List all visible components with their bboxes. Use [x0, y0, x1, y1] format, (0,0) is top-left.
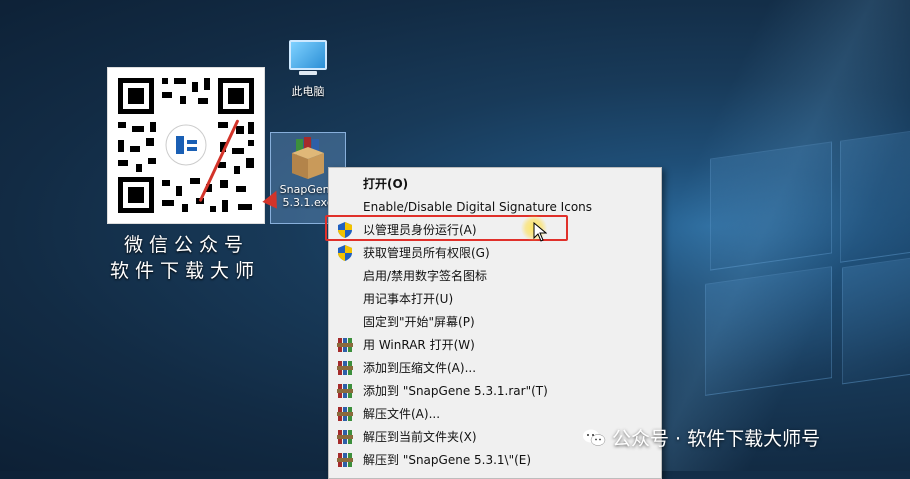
- menu-item-label: Enable/Disable Digital Signature Icons: [363, 199, 593, 214]
- menu-item-pin-to-start[interactable]: 固定到"开始"屏幕(P): [329, 310, 661, 333]
- winrar-archive-icon: [288, 137, 328, 179]
- wechat-icon: [583, 429, 606, 446]
- winrar-icon: [337, 406, 353, 421]
- desktop-icon-this-pc[interactable]: 此电脑: [282, 40, 334, 99]
- qr-code-image: [107, 67, 265, 224]
- menu-item-open-with-notepad[interactable]: 用记事本打开(U): [329, 287, 661, 310]
- menu-item-label: 添加到 "SnapGene 5.3.1.rar"(T): [363, 384, 548, 398]
- menu-item-extract-files[interactable]: 解压文件(A)...: [329, 402, 661, 425]
- mouse-cursor-icon: [533, 222, 547, 242]
- menu-item-add-to-rar[interactable]: 添加到 "SnapGene 5.3.1.rar"(T): [329, 379, 661, 402]
- menu-item-label: 启用/禁用数字签名图标: [363, 269, 488, 283]
- menu-item-label: 解压文件(A)...: [363, 407, 441, 421]
- menu-item-add-to-archive[interactable]: 添加到压缩文件(A)...: [329, 356, 661, 379]
- menu-item-open[interactable]: 打开(O): [329, 172, 661, 195]
- menu-item-label: 解压到当前文件夹(X): [363, 430, 477, 444]
- qr-caption-line2: 软件下载大师: [110, 260, 261, 282]
- winrar-icon: [337, 452, 353, 467]
- winrar-icon: [337, 383, 353, 398]
- menu-item-label: 添加到压缩文件(A)...: [363, 361, 477, 375]
- qr-code-pattern: [118, 78, 254, 213]
- qr-caption-line1: 微信公众号: [124, 234, 250, 256]
- desktop-icon-label: 此电脑: [291, 85, 325, 98]
- wallpaper-logo-pane: [710, 141, 832, 271]
- menu-item-extract-to-folder[interactable]: 解压到 "SnapGene 5.3.1\"(E): [329, 448, 661, 471]
- this-pc-icon: [282, 40, 334, 75]
- uac-shield-icon: [338, 244, 352, 261]
- wallpaper-logo-pane: [705, 266, 832, 396]
- wallpaper-logo-pane: [840, 129, 910, 263]
- menu-item-label: 打开(O): [363, 177, 409, 191]
- menu-item-label: 用记事本打开(U): [363, 292, 454, 306]
- menu-item-label: 固定到"开始"屏幕(P): [363, 315, 475, 329]
- menu-item-open-with-winrar[interactable]: 用 WinRAR 打开(W): [329, 333, 661, 356]
- winrar-icon: [337, 429, 353, 444]
- menu-item-label: 用 WinRAR 打开(W): [363, 338, 475, 352]
- wallpaper-logo-pane: [842, 256, 910, 385]
- watermark: 公众号 · 软件下载大师号: [582, 424, 820, 451]
- menu-item-toggle-signature-icons[interactable]: 启用/禁用数字签名图标: [329, 264, 661, 287]
- watermark-text: 公众号 · 软件下载大师号: [612, 428, 821, 450]
- menu-item-label: 获取管理员所有权限(G): [363, 246, 490, 260]
- menu-item-label: 解压到 "SnapGene 5.3.1\"(E): [363, 453, 532, 467]
- winrar-icon: [337, 360, 353, 375]
- menu-item-take-ownership[interactable]: 获取管理员所有权限(G): [329, 241, 661, 264]
- winrar-icon: [337, 337, 353, 352]
